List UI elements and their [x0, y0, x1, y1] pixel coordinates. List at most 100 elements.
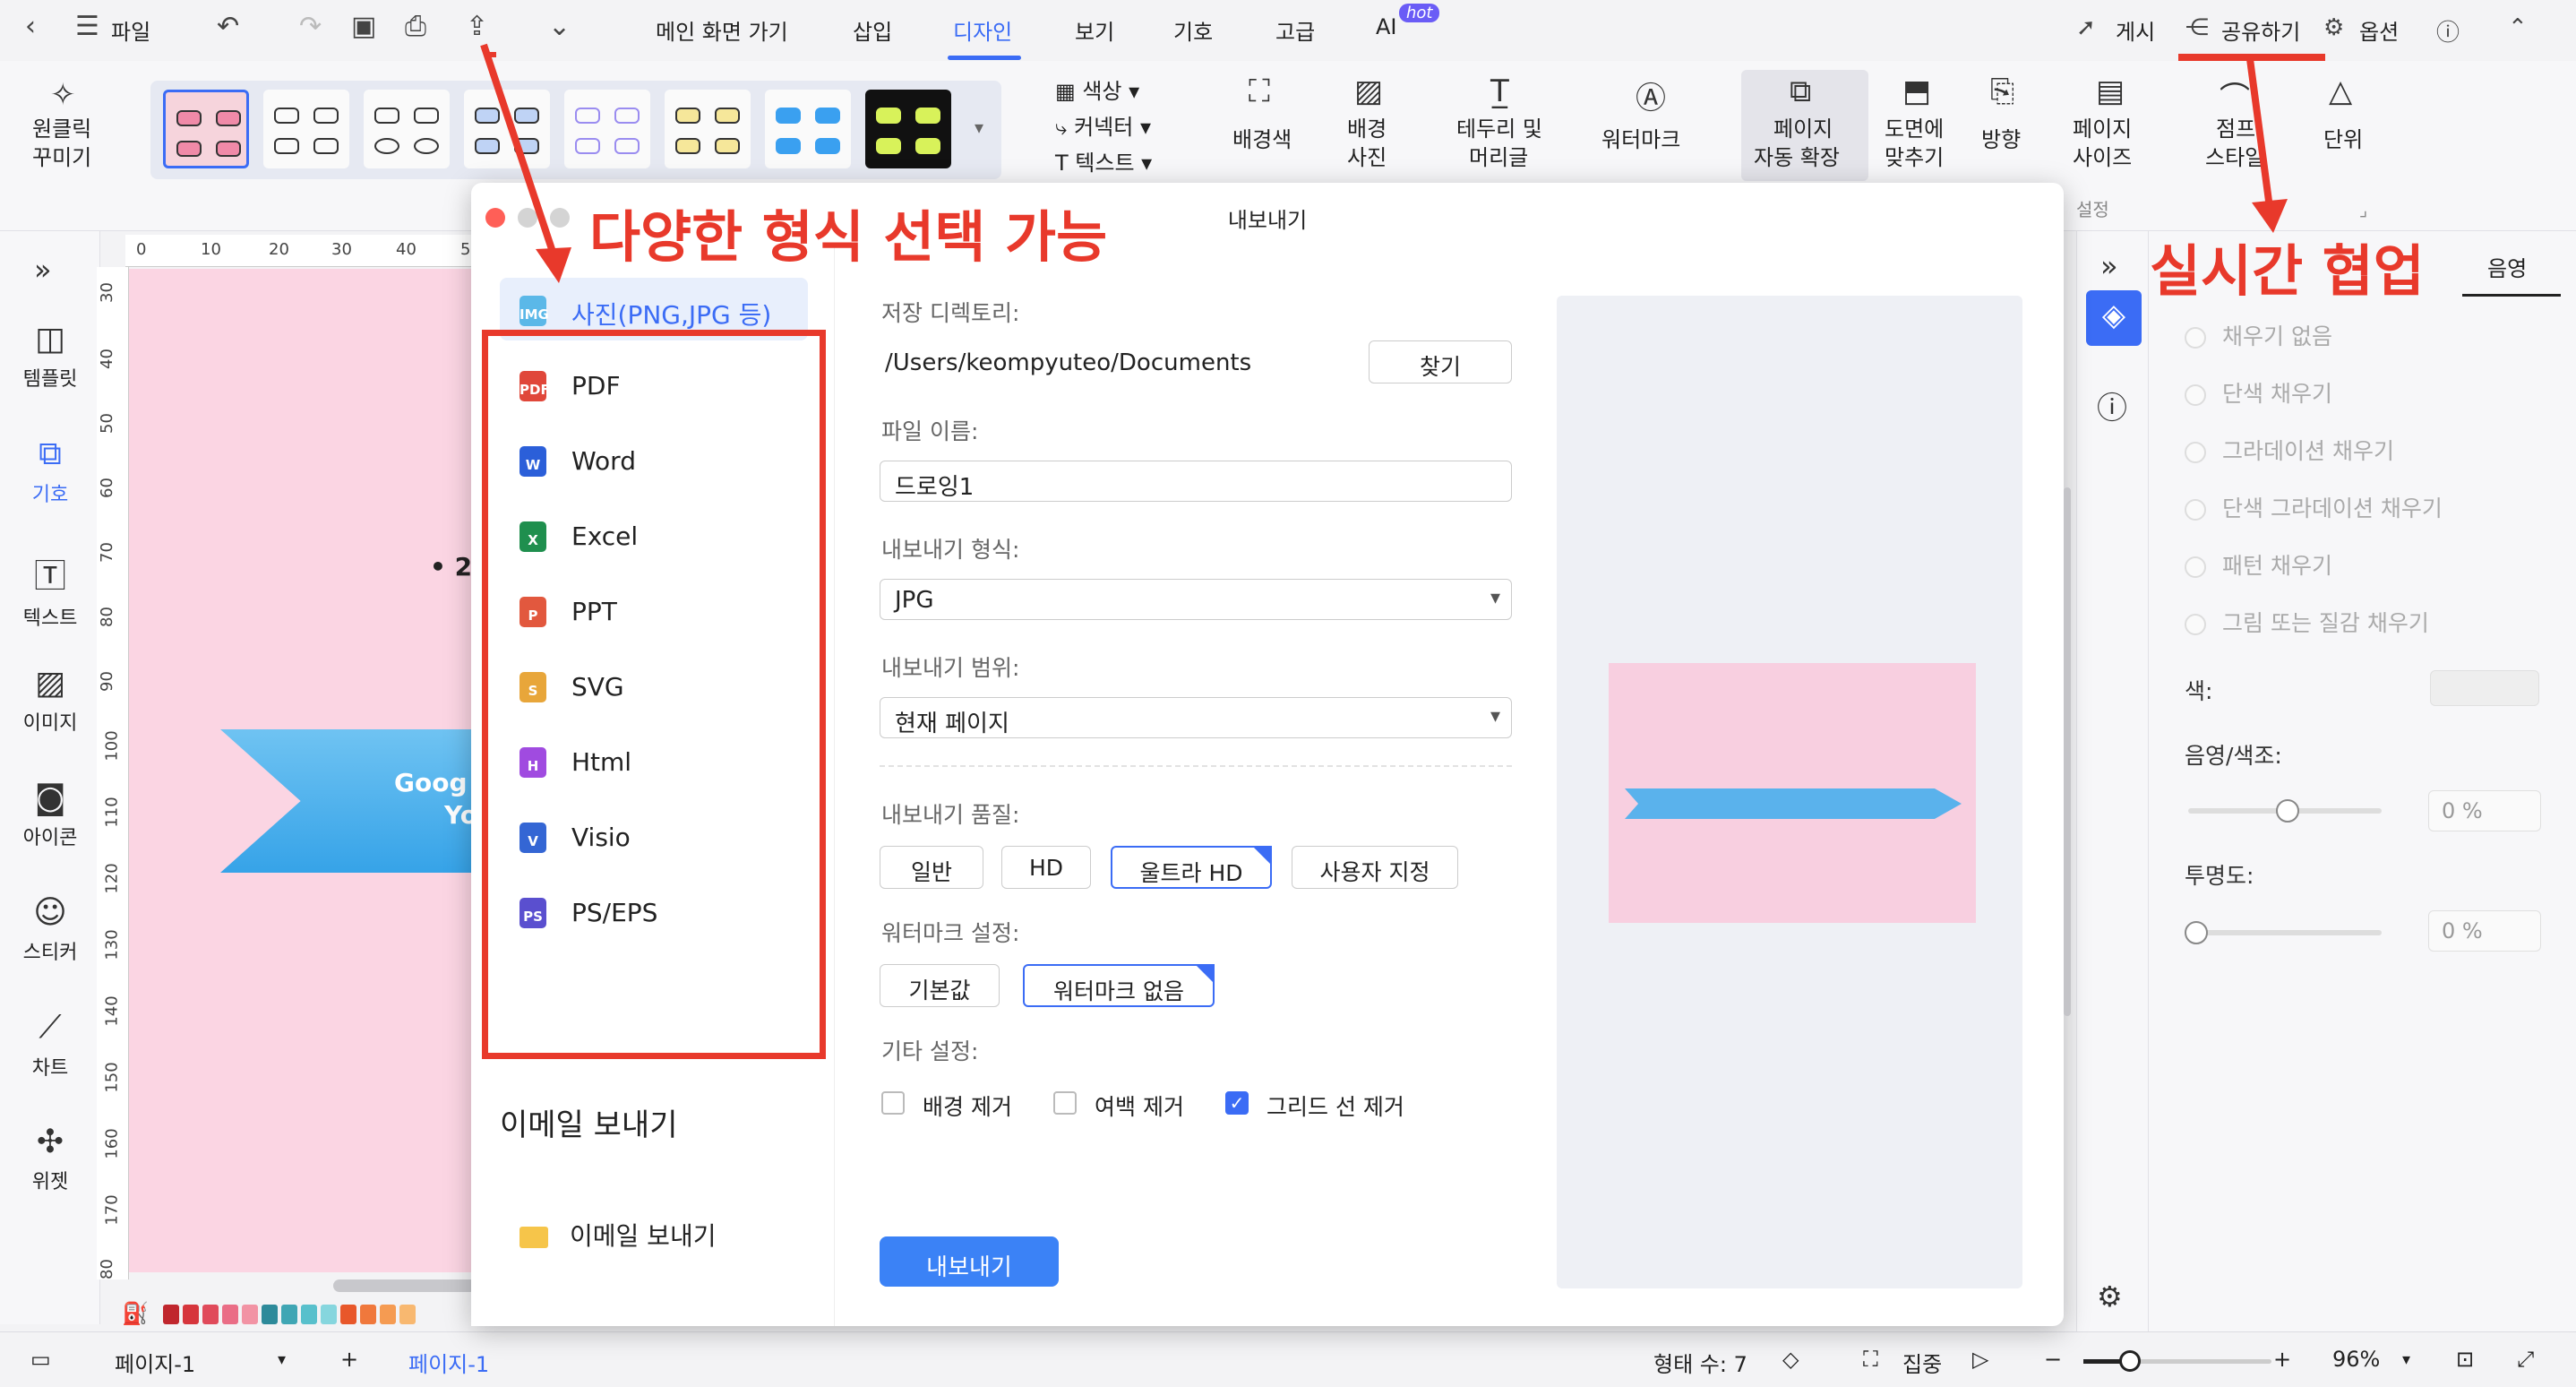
- nav-symbols[interactable]: ⧉ 기호: [0, 435, 100, 507]
- zoom-in-icon[interactable]: +: [2273, 1347, 2291, 1372]
- add-page-icon[interactable]: +: [340, 1347, 358, 1372]
- style-preset-1[interactable]: [163, 90, 249, 168]
- page-panel-icon[interactable]: ▭: [30, 1347, 51, 1372]
- share-button[interactable]: 공유하기: [2221, 14, 2300, 46]
- color-menu[interactable]: ▦ 색상 ▾: [1055, 77, 1139, 106]
- dialog-scrollbar[interactable]: [2064, 487, 2071, 1016]
- oneclick-label[interactable]: 원클릭: [32, 115, 91, 143]
- fill-option-pattern[interactable]: 패턴 채우기: [2185, 548, 2332, 581]
- bgcolor-button[interactable]: 배경색: [1232, 125, 1292, 154]
- bgimage-icon[interactable]: ▨: [1354, 73, 1383, 109]
- quality-hd-button[interactable]: HD: [1001, 846, 1091, 889]
- fullscreen-icon[interactable]: ⤢: [2517, 1347, 2534, 1372]
- swatch[interactable]: [222, 1305, 238, 1324]
- direction-button[interactable]: 방향: [1981, 125, 2021, 154]
- zoom-chevron-icon[interactable]: ▾: [2402, 1350, 2410, 1369]
- nav-text[interactable]: 🅃 텍스트: [0, 550, 100, 631]
- email-send-item[interactable]: 이메일 보내기: [519, 1217, 716, 1253]
- magic-wand-icon[interactable]: ✧: [50, 77, 76, 113]
- connector-menu[interactable]: ⤷ 커넥터 ▾: [1055, 113, 1151, 142]
- swatch[interactable]: [321, 1305, 337, 1324]
- border-icon[interactable]: T̲: [1490, 73, 1509, 109]
- border-label-1[interactable]: 테두리 및: [1456, 115, 1542, 143]
- fill-option-none[interactable]: 채우기 없음: [2185, 319, 2332, 351]
- expand-icon[interactable]: »: [2100, 249, 2118, 283]
- undo-icon[interactable]: ↶: [217, 11, 239, 42]
- bucket-icon[interactable]: ⛶: [1249, 73, 1270, 109]
- fill-panel-icon[interactable]: ◈: [2086, 290, 2142, 346]
- remove-gridlines-checkbox[interactable]: ✓: [1225, 1091, 1249, 1115]
- shade-value[interactable]: 0 %: [2428, 790, 2541, 831]
- collapse-icon[interactable]: ⌃: [2508, 14, 2528, 41]
- focus-icon[interactable]: ⛶: [1863, 1347, 1878, 1372]
- tab-ai[interactable]: AI: [1376, 14, 1397, 39]
- zoom-level[interactable]: 96%: [2332, 1347, 2380, 1372]
- zoom-out-icon[interactable]: −: [2044, 1347, 2062, 1372]
- fill-bucket-icon[interactable]: ⛽: [122, 1301, 149, 1326]
- pagesize-label-2[interactable]: 사이즈: [2073, 143, 2132, 172]
- watermark-icon[interactable]: Ⓐ: [1636, 73, 1666, 117]
- swatch[interactable]: [380, 1305, 396, 1324]
- browse-button[interactable]: 찾기: [1369, 340, 1512, 383]
- fill-option-solid[interactable]: 단색 채우기: [2185, 376, 2332, 409]
- unit-icon[interactable]: △: [2329, 73, 2352, 109]
- fit-icon[interactable]: ⬒: [1902, 73, 1931, 109]
- layers-icon[interactable]: ◇: [1782, 1347, 1799, 1372]
- back-icon[interactable]: ‹: [25, 11, 36, 42]
- watermark-none-button[interactable]: 워터마크 없음: [1023, 964, 1215, 1007]
- print-icon[interactable]: ⎙: [405, 11, 426, 42]
- opacity-slider-knob[interactable]: [2185, 921, 2208, 944]
- filename-input[interactable]: 드로잉1: [880, 461, 1512, 502]
- fill-option-solid-gradient[interactable]: 단색 그라데이션 채우기: [2185, 491, 2443, 523]
- border-label-2[interactable]: 머리글: [1469, 143, 1528, 172]
- swatch[interactable]: [360, 1305, 376, 1324]
- style-preset-8[interactable]: [865, 90, 951, 168]
- style-preset-6[interactable]: [665, 90, 751, 168]
- format-select[interactable]: JPG: [880, 579, 1512, 620]
- redo-icon[interactable]: ↷: [299, 11, 322, 42]
- watermark-button[interactable]: 워터마크: [1601, 125, 1680, 154]
- swatch[interactable]: [399, 1305, 416, 1324]
- quality-ultra-hd-button[interactable]: 울트라 HD: [1111, 846, 1272, 889]
- swatch[interactable]: [301, 1305, 317, 1324]
- swatch[interactable]: [281, 1305, 297, 1324]
- fit-label-2[interactable]: 맞추기: [1885, 143, 1944, 172]
- direction-icon[interactable]: ⎘: [1990, 73, 2014, 109]
- beautify-label[interactable]: 꾸미기: [32, 143, 91, 172]
- style-preset-7[interactable]: [765, 90, 851, 168]
- shade-slider-knob[interactable]: [2276, 799, 2299, 823]
- nav-chart[interactable]: ⟋ 차트: [0, 1009, 100, 1081]
- style-preset-3[interactable]: [364, 90, 450, 168]
- page-tab[interactable]: 페이지-1: [408, 1347, 489, 1378]
- swatch[interactable]: [163, 1305, 179, 1324]
- expand-icon[interactable]: »: [34, 253, 52, 287]
- file-menu[interactable]: 파일: [111, 14, 150, 46]
- nav-templates[interactable]: ◫ 템플릿: [0, 321, 100, 392]
- zoom-slider-knob[interactable]: [2119, 1350, 2141, 1372]
- bgimage-label-1[interactable]: 배경: [1347, 115, 1387, 143]
- pagesize-icon[interactable]: ▤: [2096, 73, 2125, 109]
- quality-custom-button[interactable]: 사용자 지정: [1292, 846, 1458, 889]
- help-icon[interactable]: ⓘ: [2097, 383, 2127, 427]
- bgimage-label-2[interactable]: 사진: [1347, 143, 1387, 172]
- nav-widgets[interactable]: ✣ 위젯: [0, 1124, 100, 1194]
- quality-normal-button[interactable]: 일반: [880, 846, 983, 889]
- hamburger-icon[interactable]: ☰: [75, 11, 99, 42]
- tab-home[interactable]: 메인 화면 가기: [656, 14, 788, 46]
- style-preset-5[interactable]: [564, 90, 650, 168]
- color-picker[interactable]: [2430, 670, 2539, 706]
- share-icon[interactable]: ⋲: [2185, 14, 2209, 41]
- play-icon[interactable]: ▷: [1972, 1347, 1988, 1372]
- tab-advanced[interactable]: 고급: [1275, 14, 1315, 46]
- gallery-more-icon[interactable]: ▾: [975, 116, 983, 138]
- remove-margin-checkbox[interactable]: [1053, 1091, 1077, 1115]
- gear-icon[interactable]: ⚙: [2323, 14, 2344, 41]
- style-preset-2[interactable]: [263, 90, 349, 168]
- save-icon[interactable]: ▣: [351, 11, 376, 42]
- watermark-default-button[interactable]: 기본값: [880, 964, 1000, 1007]
- swatch[interactable]: [262, 1305, 278, 1324]
- fit-page-icon[interactable]: ⊡: [2456, 1347, 2474, 1372]
- remove-background-checkbox[interactable]: [881, 1091, 905, 1115]
- tab-symbol[interactable]: 기호: [1173, 14, 1213, 46]
- canvas-hscrollbar[interactable]: [333, 1279, 477, 1292]
